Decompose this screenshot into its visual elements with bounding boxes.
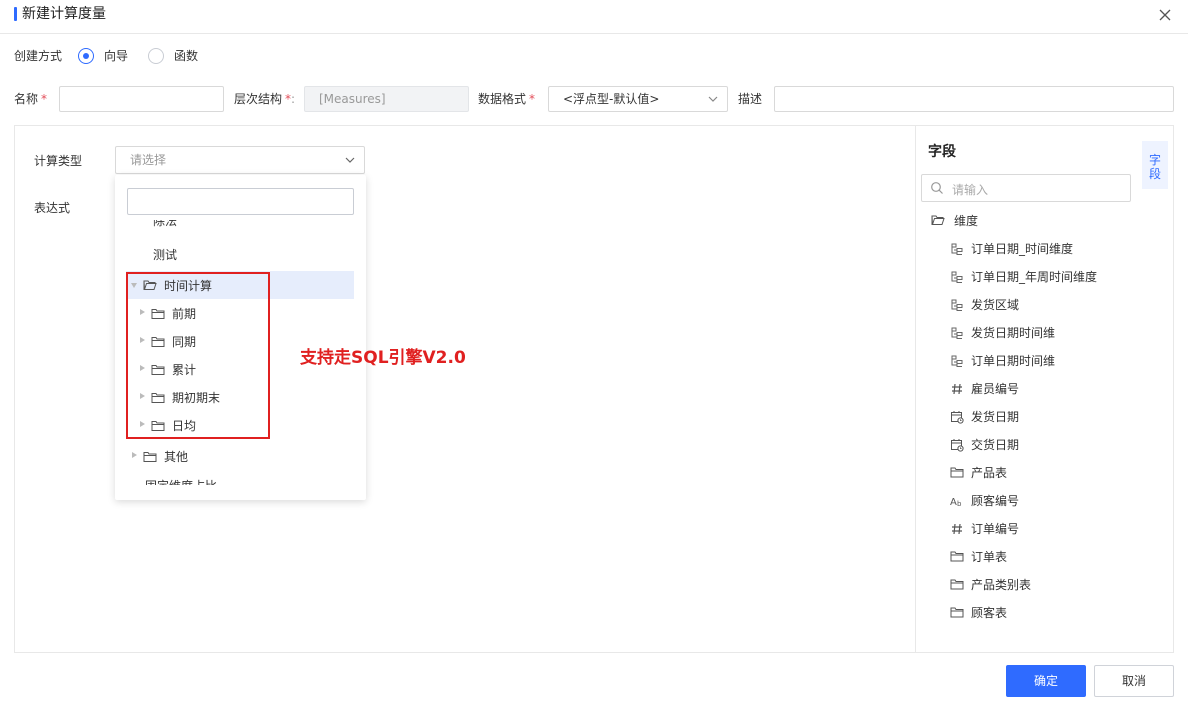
folder-icon [950,551,964,562]
calc-type-label: 计算类型 [34,154,83,168]
date-icon [951,439,964,452]
field-item[interactable]: 订单日期时间维 [971,353,1055,369]
field-panel [915,125,1137,653]
field-item[interactable]: 发货日期时间维 [971,325,1055,341]
dropdown-item-partial[interactable]: 除法 [153,220,177,229]
hierarchy-icon [951,243,963,255]
desc-input[interactable] [774,86,1174,112]
create-mode-label: 创建方式 [14,49,63,63]
field-item[interactable]: 订单编号 [971,521,1019,537]
folder-icon [950,467,964,478]
radio-wizard[interactable] [78,48,94,64]
date-icon [951,411,964,424]
tab-fields-label: 字段 [1149,153,1162,181]
dropdown-item-other[interactable]: 其他 [164,449,188,465]
title-accent-bar [14,7,17,21]
calc-type-select[interactable]: 请选择 [115,146,365,174]
required-mark: * [41,92,48,106]
format-select[interactable]: <浮点型-默认值> [548,86,728,112]
field-item[interactable]: 订单日期_年周时间维度 [971,269,1097,285]
dialog-title: 新建计算度量 [22,6,106,22]
svg-text:A: A [950,497,957,508]
cancel-button[interactable]: 取消 [1094,665,1174,697]
dropdown-item-test[interactable]: 测试 [153,247,177,263]
calc-type-placeholder: 请选择 [130,153,167,167]
field-panel-title: 字段 [928,144,956,160]
tab-fields[interactable]: 字段 [1142,141,1168,189]
field-item[interactable]: 发货区域 [971,297,1019,313]
field-item[interactable]: 订单表 [971,549,1007,565]
radio-function[interactable] [148,48,164,64]
hierarchy-value: [Measures] [319,92,386,106]
search-icon [931,182,943,194]
hierarchy-icon [951,271,963,283]
confirm-button[interactable]: 确定 [1006,665,1086,697]
number-icon [952,383,962,395]
dropdown-search-input[interactable] [127,188,354,215]
radio-wizard-label[interactable]: 向导 [104,48,128,64]
folder-icon [950,579,964,590]
dropdown-item-partial-bottom[interactable]: 固定维度占比 [145,477,217,485]
name-label: 名称 * [14,92,48,106]
hierarchy-icon [951,355,963,367]
number-icon [952,523,962,535]
dialog-header: 新建计算度量 [0,0,1188,34]
format-value: <浮点型-默认值> [563,92,660,106]
folder-open-icon [931,215,945,225]
annotation-text: 支持走SQL引擎V2.0 [300,348,466,368]
svg-text:b: b [957,500,962,508]
radio-function-label[interactable]: 函数 [174,48,198,64]
field-item[interactable]: 雇员编号 [971,381,1019,397]
hierarchy-label: 层次结构 *: [234,92,296,106]
chevron-down-icon [345,157,355,163]
close-icon[interactable] [1156,6,1174,24]
hierarchy-icon [951,327,963,339]
chevron-down-icon [708,96,718,102]
field-item[interactable]: 顾客编号 [971,493,1019,509]
hierarchy-input: [Measures] [304,86,469,112]
expression-label: 表达式 [34,201,71,215]
field-item[interactable]: 发货日期 [971,409,1019,425]
field-item[interactable]: 顾客表 [971,605,1007,621]
field-search-input[interactable]: 请输入 [921,174,1131,202]
folder-icon [143,452,157,462]
field-item[interactable]: 订单日期_时间维度 [971,241,1073,257]
annotation-highlight-box [126,272,270,439]
text-icon: Ab [950,497,962,508]
field-item[interactable]: 产品表 [971,465,1007,481]
field-item[interactable]: 交货日期 [971,437,1019,453]
field-root-dimension[interactable]: 维度 [954,213,978,229]
field-search-placeholder: 请输入 [952,183,989,197]
desc-label: 描述 [738,92,763,106]
caret-right-icon[interactable] [132,452,137,458]
required-mark: * [529,92,536,106]
name-input[interactable] [59,86,224,112]
format-label: 数据格式 * [478,92,536,106]
hierarchy-icon [951,299,963,311]
folder-icon [950,607,964,618]
field-item[interactable]: 产品类别表 [971,577,1031,593]
